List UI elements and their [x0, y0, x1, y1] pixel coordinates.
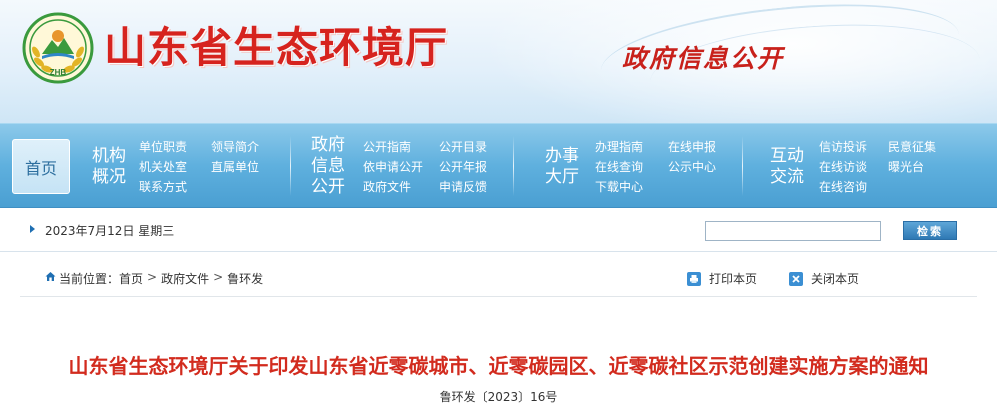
breadcrumb-gov-documents[interactable]: 政府文件: [161, 270, 209, 287]
nav-heading-line: 信息: [311, 156, 345, 176]
nav-link-apply-disclosure[interactable]: 依申请公开: [363, 159, 423, 175]
nav-heading-line: 概况: [92, 167, 126, 187]
nav-separator: [742, 136, 743, 196]
print-icon: [687, 271, 701, 286]
nav-link-public-opinion[interactable]: 民意征集: [888, 139, 936, 155]
nav-separator: [513, 136, 514, 196]
search-button[interactable]: 检索: [903, 221, 957, 240]
nav-link-contact[interactable]: 联系方式: [139, 179, 187, 195]
article-title: 山东省生态环境厅关于印发山东省近零碳城市、近零碳园区、近零碳社区示范创建实施方案…: [68, 354, 929, 378]
nav-link-unit-duties[interactable]: 单位职责: [139, 139, 187, 155]
nav-link-online-interview[interactable]: 在线访谈: [819, 159, 867, 175]
breadcrumb-separator: >: [213, 270, 224, 284]
nav-link-departments[interactable]: 机关处室: [139, 159, 187, 175]
nav-heading-line: 办事: [545, 146, 579, 166]
nav-group-heading-org[interactable]: 机构 概况: [92, 146, 126, 188]
nav-link-gov-documents[interactable]: 政府文件: [363, 179, 411, 195]
nav-link-petition-complaint[interactable]: 信访投诉: [819, 139, 867, 155]
breadcrumb: 当前位置： 首页 > 政府文件 > 鲁环发: [59, 270, 263, 287]
banner-slogan: 政府信息公开: [622, 44, 785, 73]
date-arrow-icon: [30, 225, 35, 233]
home-icon: [45, 272, 56, 281]
nav-link-leaders[interactable]: 领导简介: [211, 139, 259, 155]
nav-link-publicity-center[interactable]: 公示中心: [668, 159, 716, 175]
current-date: 2023年7月12日 星期三: [45, 224, 175, 238]
nav-heading-line: 公开: [311, 177, 345, 197]
nav-group-heading-gov-info[interactable]: 政府 信息 公开: [311, 135, 345, 198]
breadcrumb-separator: >: [147, 270, 158, 284]
nav-link-online-application[interactable]: 在线申报: [668, 139, 716, 155]
nav-link-service-guide[interactable]: 办理指南: [595, 139, 643, 155]
nav-group-heading-interaction[interactable]: 互动 交流: [770, 146, 804, 188]
nav-link-download-center[interactable]: 下载中心: [595, 179, 643, 195]
nav-link-disclosure-catalog[interactable]: 公开目录: [439, 139, 487, 155]
divider: [20, 296, 977, 297]
breadcrumb-prefix: 当前位置：: [59, 272, 120, 286]
site-logo-emblem[interactable]: ZHB: [22, 12, 94, 84]
close-page-button[interactable]: 关闭本页: [789, 270, 859, 287]
nav-heading-line: 机构: [92, 146, 126, 166]
svg-text:ZHB: ZHB: [50, 68, 67, 77]
breadcrumb-home[interactable]: 首页: [119, 270, 143, 287]
nav-heading-line: 大厅: [545, 167, 579, 187]
nav-home-button[interactable]: 首页: [12, 139, 70, 194]
search-input[interactable]: [705, 221, 881, 241]
nav-link-annual-report[interactable]: 公开年报: [439, 159, 487, 175]
nav-heading-line: 互动: [770, 146, 804, 166]
header-banner: ZHB 山东省生态环境厅 政府信息公开: [0, 0, 997, 123]
nav-link-disclosure-guide[interactable]: 公开指南: [363, 139, 411, 155]
close-icon: [789, 271, 803, 286]
close-page-label: 关闭本页: [811, 272, 860, 286]
print-page-label: 打印本页: [709, 272, 758, 286]
nav-group-heading-service-hall[interactable]: 办事 大厅: [545, 146, 579, 188]
document-number: 鲁环发〔2023〕16号: [439, 390, 558, 404]
nav-separator: [290, 136, 291, 196]
site-title[interactable]: 山东省生态环境厅: [104, 14, 448, 75]
nav-heading-line: 政府: [311, 135, 345, 155]
nav-link-application-feedback[interactable]: 申请反馈: [439, 179, 487, 195]
date-search-bar: 2023年7月12日 星期三 检索: [0, 208, 997, 252]
nav-link-exposure-platform[interactable]: 曝光台: [888, 159, 924, 175]
nav-heading-line: 交流: [770, 167, 804, 187]
print-page-button[interactable]: 打印本页: [687, 270, 757, 287]
nav-link-online-query[interactable]: 在线查询: [595, 159, 643, 175]
nav-link-online-consultation[interactable]: 在线咨询: [819, 179, 867, 195]
breadcrumb-current[interactable]: 鲁环发: [227, 270, 263, 287]
nav-link-affiliated-units[interactable]: 直属单位: [211, 159, 259, 175]
main-nav-bar: 首页 机构 概况 单位职责 领导简介 机关处室 直属单位 联系方式 政府 信息 …: [0, 123, 997, 208]
page-root: ZHB 山东省生态环境厅 政府信息公开 首页 机构 概况 单位职责 领导简介 机…: [0, 0, 997, 415]
